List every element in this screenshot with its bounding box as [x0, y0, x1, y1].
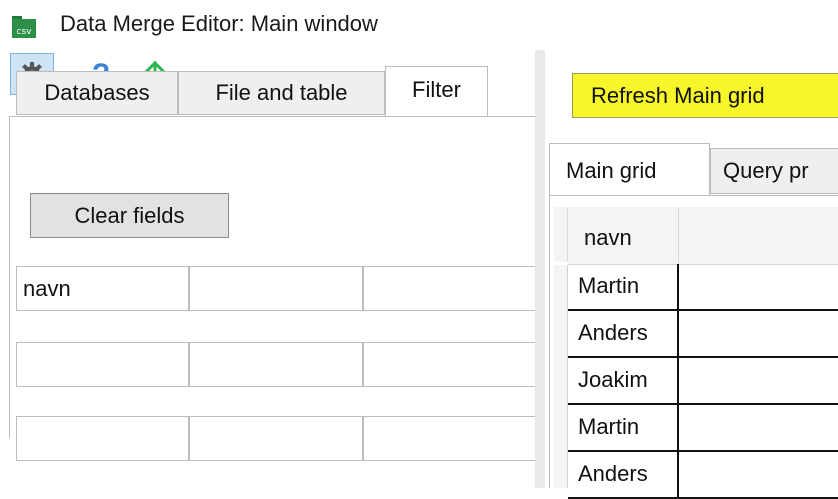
svg-text:csv: csv	[17, 27, 33, 37]
grid-cell-navn[interactable]: Anders	[568, 452, 679, 497]
grid-header: navn	[568, 207, 838, 265]
filter-field-1-2[interactable]	[189, 266, 363, 311]
refresh-main-grid-button[interactable]: Refresh Main grid	[572, 73, 838, 118]
grid-cell-navn[interactable]: Anders	[568, 311, 679, 356]
grid-cell-navn[interactable]: Martin	[568, 405, 679, 450]
grid-cell-navn[interactable]: Martin	[568, 264, 679, 309]
filter-field-2-1[interactable]	[16, 342, 189, 387]
panel-splitter[interactable]	[535, 50, 545, 488]
clear-fields-button[interactable]: Clear fields	[30, 193, 229, 238]
grid-corner	[554, 207, 568, 262]
table-row: Martin	[568, 405, 838, 452]
table-row: Anders	[568, 452, 838, 499]
table-row: Martin	[568, 264, 838, 311]
column-header-navn[interactable]: navn	[568, 207, 679, 263]
tab-databases[interactable]: Databases	[16, 71, 178, 115]
tab-query[interactable]: Query pr	[710, 148, 838, 194]
filter-field-3-2[interactable]	[189, 416, 363, 461]
window-title: Data Merge Editor: Main window	[60, 11, 378, 36]
filter-field-3-3[interactable]	[363, 416, 537, 461]
title-bar: csv Data Merge Editor: Main window	[0, 0, 838, 50]
filter-field-1-3[interactable]	[363, 266, 537, 311]
filter-field-2-2[interactable]	[189, 342, 363, 387]
table-row: Anders	[568, 311, 838, 358]
filter-field-1-1[interactable]: navn	[16, 266, 189, 311]
tab-file-and-table[interactable]: File and table	[178, 71, 385, 115]
table-row: Joakim	[568, 358, 838, 405]
row-header-gutter	[554, 265, 568, 488]
tab-main-grid[interactable]: Main grid	[549, 143, 710, 196]
tab-filter[interactable]: Filter	[385, 66, 488, 117]
csv-app-icon: csv	[12, 16, 36, 38]
grid-cell-navn[interactable]: Joakim	[568, 358, 679, 403]
filter-field-3-1[interactable]	[16, 416, 189, 461]
filter-field-2-3[interactable]	[363, 342, 537, 387]
